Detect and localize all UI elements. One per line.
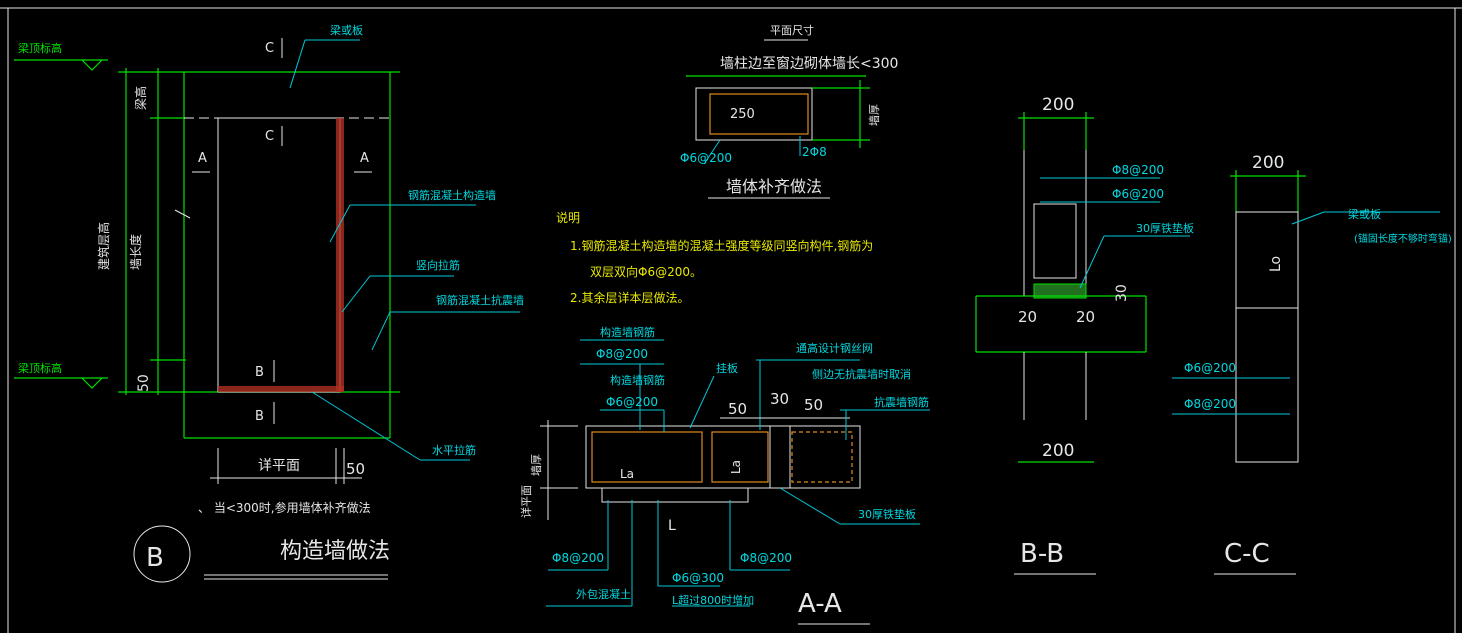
seismic-bar-label: 抗震墙钢筋	[874, 395, 929, 409]
cc-lo-label: Lo	[1268, 256, 1284, 272]
wall-bar-label-2: 构造墙钢筋	[610, 373, 665, 387]
vertical-tie-label: 竖向拉筋	[416, 258, 460, 272]
wall-thk-vertical: 墙厚	[529, 454, 543, 476]
bb-dim-30: 30	[1114, 284, 1130, 302]
rc-seismic-wall-label: 钢筋混凝土抗震墙	[436, 293, 524, 307]
la-label-2: La	[729, 460, 743, 474]
beam-or-slab-label: 梁或板	[330, 23, 363, 37]
beam-top-label-1: 梁顶标高	[18, 41, 62, 55]
notes-block: 说明 1.钢筋混凝土构造墙的混凝土强度等级同竖向构件,钢筋为 双层双向Φ6@20…	[556, 210, 873, 305]
notes-line-1: 1.钢筋混凝土构造墙的混凝土强度等级同竖向构件,钢筋为	[570, 238, 873, 253]
detail-plan-label: 详平面	[258, 458, 300, 474]
cc-bar-1: Φ6@200	[1184, 361, 1236, 375]
bb-top-dim: 200	[1042, 95, 1074, 115]
plan-dim-label: 平面尺寸	[770, 23, 814, 37]
bb-dim-20-b: 20	[1076, 308, 1095, 326]
wall-fill-title: 墙体补齐做法	[726, 177, 822, 196]
wall-bar-2: Φ6@200	[606, 395, 658, 409]
bar-5: Φ6@300	[672, 571, 724, 585]
wall-fill-detail: 平面尺寸 墙柱边至窗边砌体墙长<300 墙厚 250 Φ6@200 2Φ8 墙体…	[680, 23, 898, 199]
dim-250: 250	[730, 107, 755, 122]
hang-plate-label: 挂板	[716, 361, 738, 375]
la-label-1: La	[620, 467, 634, 481]
wall-bar-label-1: 构造墙钢筋	[600, 325, 655, 339]
section-b-upper: B	[255, 365, 264, 380]
detail-circle-label: B	[146, 543, 164, 573]
section-aa: La La L 墙厚 详平面 构造墙钢筋 Φ8@200 构造墙钢筋 Φ6@200…	[519, 325, 930, 625]
wall-fill-bar-b: 2Φ8	[802, 145, 827, 159]
horizontal-tie-label: 水平拉筋	[432, 443, 476, 457]
outer-concrete-label: 外包混凝土	[576, 587, 631, 601]
section-cc: 200 Lo 梁或板 (锚固长度不够时弯锚) Φ6@200 Φ8@200 C-C	[1172, 153, 1452, 575]
cc-bar-2: Φ8@200	[1184, 397, 1236, 411]
bb-pad-label: 30厚铁垫板	[1136, 221, 1194, 235]
left-title: 构造墙做法	[280, 539, 390, 564]
section-c-mid: C	[265, 129, 274, 144]
cad-drawing-canvas: 梁顶标高 梁顶标高 梁高 建筑层高 墙长度 50 C C A A B B 梁或板…	[0, 7, 1462, 633]
section-a-left: A	[198, 151, 207, 166]
cc-beam-or-slab: 梁或板	[1348, 207, 1381, 221]
l-label: L	[668, 518, 676, 534]
wall-bar-1: Φ8@200	[596, 347, 648, 361]
beam-height-label: 梁高	[133, 86, 148, 110]
wall-fill-subtitle: 墙柱边至窗边砌体墙长<300	[720, 55, 898, 72]
wall-thickness-label: 墙厚	[867, 104, 881, 126]
section-bb: 200 Φ8@200 Φ6@200 30厚铁垫板 20 20 30 200 B-…	[975, 95, 1194, 575]
mesh-note-label: 侧边无抗震墙时取消	[812, 367, 911, 381]
notes-line-3: 2.其余层详本层做法。	[570, 290, 689, 305]
cc-anchor-note: (锚固长度不够时弯锚)	[1354, 232, 1452, 245]
bar-3: Φ8@200	[552, 551, 604, 565]
rc-column-label: 钢筋混凝土构造墙	[408, 188, 496, 202]
pad-label: 30厚铁垫板	[858, 507, 916, 521]
left-detail: 梁顶标高 梁顶标高 梁高 建筑层高 墙长度 50 C C A A B B 梁或板…	[14, 23, 524, 583]
section-bb-title: B-B	[1020, 539, 1064, 569]
l-note-label: L超过800时增加	[672, 593, 754, 607]
section-c-top: C	[265, 41, 274, 56]
section-cc-title: C-C	[1224, 539, 1270, 569]
bb-dim-20-a: 20	[1018, 308, 1037, 326]
notes-heading: 说明	[556, 210, 580, 225]
cc-top-dim: 200	[1252, 153, 1284, 173]
dim-50-b: 50	[804, 396, 823, 414]
dim-50-vertical: 50	[136, 374, 152, 392]
bb-bar-2: Φ6@200	[1112, 187, 1164, 201]
section-b-lower: B	[255, 409, 264, 424]
wall-fill-bar-a: Φ6@200	[680, 151, 732, 165]
beam-top-label-2: 梁顶标高	[18, 361, 62, 375]
bar-4: Φ8@200	[740, 551, 792, 565]
bb-bottom-dim: 200	[1042, 441, 1074, 461]
section-aa-title: A-A	[798, 589, 842, 619]
notes-line-2: 双层双向Φ6@200。	[590, 264, 702, 279]
dim-50-a: 50	[728, 400, 747, 418]
wall-length-label: 墙长度	[128, 234, 143, 270]
section-a-right: A	[360, 151, 369, 166]
dim-50-horizontal: 50	[346, 460, 365, 478]
bb-bar-1: Φ8@200	[1112, 163, 1164, 177]
note-less-than-300: 、 当<300时,参用墙体补齐做法	[198, 500, 371, 515]
dim-30: 30	[770, 390, 789, 408]
detail-plan-vertical: 详平面	[519, 485, 533, 518]
mesh-label: 通高设计钢丝网	[796, 341, 873, 355]
floor-height-label: 建筑层高	[96, 222, 111, 270]
